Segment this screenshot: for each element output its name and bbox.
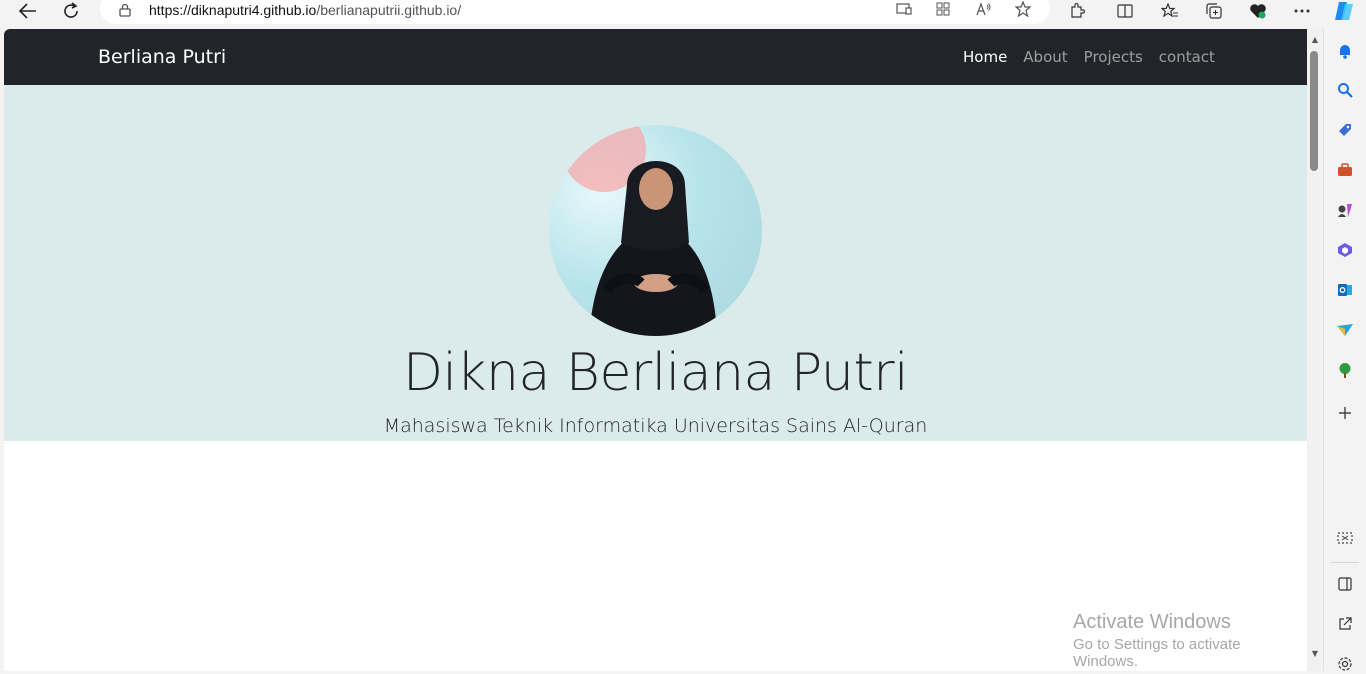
back-icon[interactable] bbox=[14, 0, 42, 22]
activate-windows-hint: Go to Settings to activate Windows. bbox=[1073, 636, 1241, 670]
favorites-icon[interactable] bbox=[1156, 0, 1184, 22]
screenshot-icon[interactable] bbox=[1335, 529, 1355, 549]
hero-section: Dikna Berliana Putri Mahasiswa Teknik In… bbox=[4, 85, 1307, 441]
site-navbar: Berliana Putri Home About Projects conta… bbox=[4, 29, 1307, 85]
add-icon[interactable] bbox=[1335, 403, 1355, 423]
scroll-down-arrow[interactable]: ▼ bbox=[1310, 649, 1320, 659]
lock-icon[interactable] bbox=[118, 2, 132, 17]
bell-icon[interactable] bbox=[1335, 41, 1355, 61]
sidebar-divider bbox=[1331, 562, 1359, 563]
address-bar[interactable]: https://diknaputri4.github.io/berlianapu… bbox=[100, 0, 1050, 24]
sidebar-panel-icon[interactable] bbox=[1335, 574, 1355, 594]
tree-icon[interactable] bbox=[1335, 360, 1355, 380]
browser-toolbar: https://diknaputri4.github.io/berlianapu… bbox=[0, 0, 1366, 28]
read-aloud-icon[interactable] bbox=[975, 1, 993, 17]
scroll-thumb[interactable] bbox=[1310, 51, 1318, 171]
apps-icon[interactable] bbox=[934, 1, 952, 17]
nav-about-link[interactable]: About bbox=[1023, 48, 1067, 66]
nav-links: Home About Projects contact bbox=[963, 48, 1231, 66]
url-text[interactable]: https://diknaputri4.github.io/berlianapu… bbox=[149, 2, 461, 18]
refresh-icon[interactable] bbox=[57, 0, 85, 22]
split-screen-icon[interactable] bbox=[1111, 0, 1139, 22]
edge-sidebar bbox=[1323, 28, 1366, 671]
profile-photo bbox=[549, 125, 762, 336]
browser-essentials-icon[interactable] bbox=[1244, 0, 1272, 22]
games-icon[interactable] bbox=[1335, 200, 1355, 220]
tag-icon[interactable] bbox=[1335, 120, 1355, 140]
nav-home-link[interactable]: Home bbox=[963, 48, 1007, 66]
nav-contact-link[interactable]: contact bbox=[1159, 48, 1215, 66]
nav-projects-link[interactable]: Projects bbox=[1084, 48, 1143, 66]
search-icon[interactable] bbox=[1335, 80, 1355, 100]
page-viewport: Berliana Putri Home About Projects conta… bbox=[4, 29, 1307, 671]
send-icon[interactable] bbox=[1335, 320, 1355, 340]
page-scrollbar[interactable]: ▲ ▼ bbox=[1307, 29, 1323, 671]
outlook-icon[interactable] bbox=[1335, 280, 1355, 300]
hero-subtitle: Mahasiswa Teknik Informatika Universitas… bbox=[383, 415, 928, 437]
url-path: /berlianaputrii.github.io/ bbox=[316, 2, 462, 18]
site-brand-link[interactable]: Berliana Putri bbox=[98, 46, 226, 68]
settings-icon[interactable] bbox=[1335, 654, 1355, 674]
hero-title: Dikna Berliana Putri bbox=[402, 343, 909, 403]
toolbox-icon[interactable] bbox=[1335, 160, 1355, 180]
cast-icon[interactable] bbox=[895, 1, 913, 17]
collections-icon[interactable] bbox=[1200, 0, 1228, 22]
external-link-icon[interactable] bbox=[1335, 614, 1355, 634]
favorite-star-icon[interactable] bbox=[1014, 1, 1032, 17]
scroll-up-arrow[interactable]: ▲ bbox=[1310, 35, 1320, 45]
office-icon[interactable] bbox=[1335, 240, 1355, 260]
copilot-icon[interactable] bbox=[1330, 0, 1358, 22]
more-icon[interactable] bbox=[1288, 0, 1316, 22]
extensions-icon[interactable] bbox=[1063, 0, 1091, 22]
url-domain: https://diknaputri4.github.io bbox=[149, 2, 317, 18]
activate-windows-title: Activate Windows bbox=[1073, 611, 1231, 633]
